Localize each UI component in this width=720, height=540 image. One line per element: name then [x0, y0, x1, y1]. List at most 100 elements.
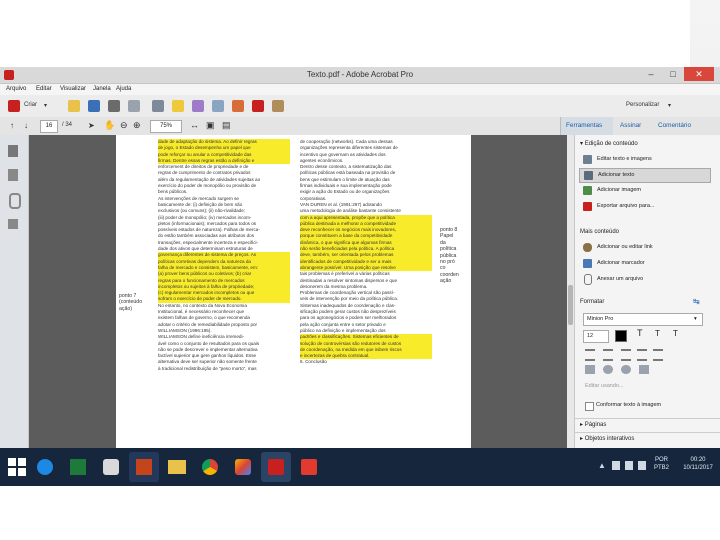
minimize-icon[interactable]: – — [640, 67, 662, 81]
adobe-acrobat-icon[interactable] — [261, 452, 291, 482]
crop-icon[interactable] — [639, 365, 649, 374]
interactive-objects-label: Objetos interativos — [584, 436, 635, 442]
hand-tool-icon[interactable]: ✋ — [104, 120, 115, 131]
settings-icon[interactable] — [152, 100, 164, 112]
edit-content-header[interactable]: ▾ Edição de conteúdo — [580, 140, 638, 147]
edit-using-button[interactable]: Editar usando... — [585, 383, 624, 389]
menu-janela[interactable]: Janela — [93, 84, 111, 95]
table-icon[interactable] — [212, 100, 224, 112]
slide-background — [0, 486, 720, 540]
add-bookmark-item[interactable]: Adicionar marcador — [579, 257, 709, 270]
excel-icon[interactable] — [63, 452, 93, 482]
page-thumbnails-icon[interactable] — [8, 145, 18, 157]
text-style-icon[interactable]: T — [673, 329, 678, 338]
acrobat-icon[interactable] — [252, 100, 264, 112]
pages-label: Páginas — [584, 422, 607, 428]
format-header[interactable]: Formatar ↹ — [575, 297, 720, 308]
create-button[interactable]: Criar — [24, 102, 37, 108]
signatures-icon[interactable] — [8, 219, 18, 229]
add-image-item[interactable]: Adicionar imagem — [579, 184, 709, 197]
add-image-label: Adicionar imagem — [597, 187, 642, 193]
windows-start-icon[interactable] — [8, 458, 26, 476]
list-bullets-icon[interactable] — [585, 349, 595, 361]
vertical-scrollbar[interactable] — [567, 135, 574, 448]
select-arrow-icon[interactable]: ➤ — [88, 121, 95, 130]
bookmarks-icon[interactable] — [8, 169, 18, 181]
language-indicator[interactable]: POR PTB2 — [654, 456, 669, 472]
attachments-icon[interactable] — [9, 193, 21, 209]
add-link-item[interactable]: Adicionar ou editar link — [579, 241, 709, 254]
comment-icon[interactable] — [172, 100, 184, 112]
tab-assinar[interactable]: Assinar — [614, 117, 652, 135]
combine-icon[interactable] — [272, 100, 284, 112]
list-numbers-icon[interactable] — [603, 349, 613, 361]
add-bookmark-label: Adicionar marcador — [597, 260, 645, 266]
align-center-icon[interactable] — [637, 349, 647, 361]
zoom-in-icon[interactable]: ⊕ — [133, 120, 141, 131]
zoom-field[interactable]: 75% — [150, 120, 182, 133]
fit-page-icon[interactable]: ▣ — [206, 120, 215, 131]
constrain-text-checkbox[interactable] — [585, 402, 594, 411]
attach-file-item[interactable]: Anexar um arquivo — [579, 273, 709, 286]
fit-width-icon[interactable]: ↔ — [190, 120, 199, 130]
maximize-icon[interactable]: □ — [662, 67, 684, 81]
add-text-item[interactable]: Adicionar texto — [579, 168, 711, 183]
font-select[interactable]: Minion Pro ▾ — [583, 313, 703, 326]
align-right-icon[interactable] — [653, 349, 663, 361]
open-folder-icon[interactable] — [68, 100, 80, 112]
rotate-right-icon[interactable] — [621, 365, 631, 374]
photo-viewer-icon[interactable] — [228, 452, 258, 482]
paint-icon[interactable] — [96, 452, 126, 482]
tab-comentario[interactable]: Comentário — [652, 117, 708, 135]
edit-text-images-item[interactable]: Editar texto e imagens — [579, 153, 709, 166]
expand-panel-icon[interactable]: ↹ — [693, 297, 700, 306]
file-explorer-icon[interactable] — [162, 452, 192, 482]
chevron-down-icon[interactable]: ▾ — [44, 102, 47, 109]
note-line: ação) — [119, 305, 132, 312]
chevron-down-icon[interactable]: ▾ — [668, 102, 671, 109]
text-color-swatch[interactable] — [615, 330, 627, 342]
font-size-select[interactable]: 12 — [583, 330, 609, 343]
tray-network-icon[interactable] — [612, 461, 620, 470]
more-content-header[interactable]: Mais conteúdo — [580, 229, 619, 235]
zoom-out-icon[interactable]: ⊖ — [120, 120, 128, 131]
tray-battery-icon[interactable] — [638, 461, 646, 470]
rotate-left-icon[interactable] — [603, 365, 613, 374]
edit-pdf-icon[interactable] — [192, 100, 204, 112]
tray-up-icon[interactable]: ▲ — [598, 461, 606, 470]
menu-ajuda[interactable]: Ajuda — [116, 84, 131, 95]
email-icon[interactable] — [128, 100, 140, 112]
print-icon[interactable] — [108, 100, 120, 112]
adobe-reader-icon[interactable] — [294, 452, 324, 482]
pages-section[interactable]: ▸ Páginas — [575, 418, 720, 431]
interactive-objects-section[interactable]: ▸ Objetos interativos — [575, 432, 720, 445]
save-icon[interactable] — [88, 100, 100, 112]
tray-volume-icon[interactable] — [625, 461, 633, 470]
align-left-icon[interactable] — [621, 349, 631, 361]
menu-visualizar[interactable]: Visualizar — [60, 84, 86, 95]
page-down-icon[interactable]: ↓ — [24, 121, 28, 130]
taskbar: ▲ POR PTB2 00:20 10/11/2017 — [0, 448, 720, 486]
clock[interactable]: 00:20 10/11/2017 — [678, 456, 718, 472]
chrome-icon[interactable] — [195, 452, 225, 482]
customize-button[interactable]: Personalizar — [626, 102, 659, 108]
menu-editar[interactable]: Editar — [36, 84, 52, 95]
font-size-value: 12 — [587, 333, 594, 339]
pdf-page[interactable]: ponto 7 (conteúdo ação) dade de adaptaçã… — [116, 135, 471, 448]
menu-arquivo[interactable]: Arquivo — [6, 84, 26, 95]
document-view[interactable]: ponto 7 (conteúdo ação) dade de adaptaçã… — [29, 135, 567, 448]
tab-ferramentas[interactable]: Ferramentas — [560, 117, 613, 135]
text-size-large-icon[interactable]: T — [637, 328, 643, 338]
export-file-item[interactable]: Exportar arquivo para... — [579, 200, 709, 213]
read-mode-icon[interactable]: ▤ — [222, 120, 231, 131]
close-icon[interactable]: ✕ — [684, 67, 714, 81]
flip-icon[interactable] — [585, 365, 595, 374]
scroll-thumb[interactable] — [568, 285, 573, 325]
text-size-small-icon[interactable]: T — [655, 329, 660, 338]
page-up-icon[interactable]: ↑ — [10, 121, 14, 130]
text-line: 6. Conclusão — [300, 359, 327, 365]
page-number-field[interactable]: 16 — [40, 120, 58, 133]
internet-explorer-icon[interactable] — [30, 452, 60, 482]
sign-icon[interactable] — [232, 100, 244, 112]
powerpoint-icon[interactable] — [129, 452, 159, 482]
